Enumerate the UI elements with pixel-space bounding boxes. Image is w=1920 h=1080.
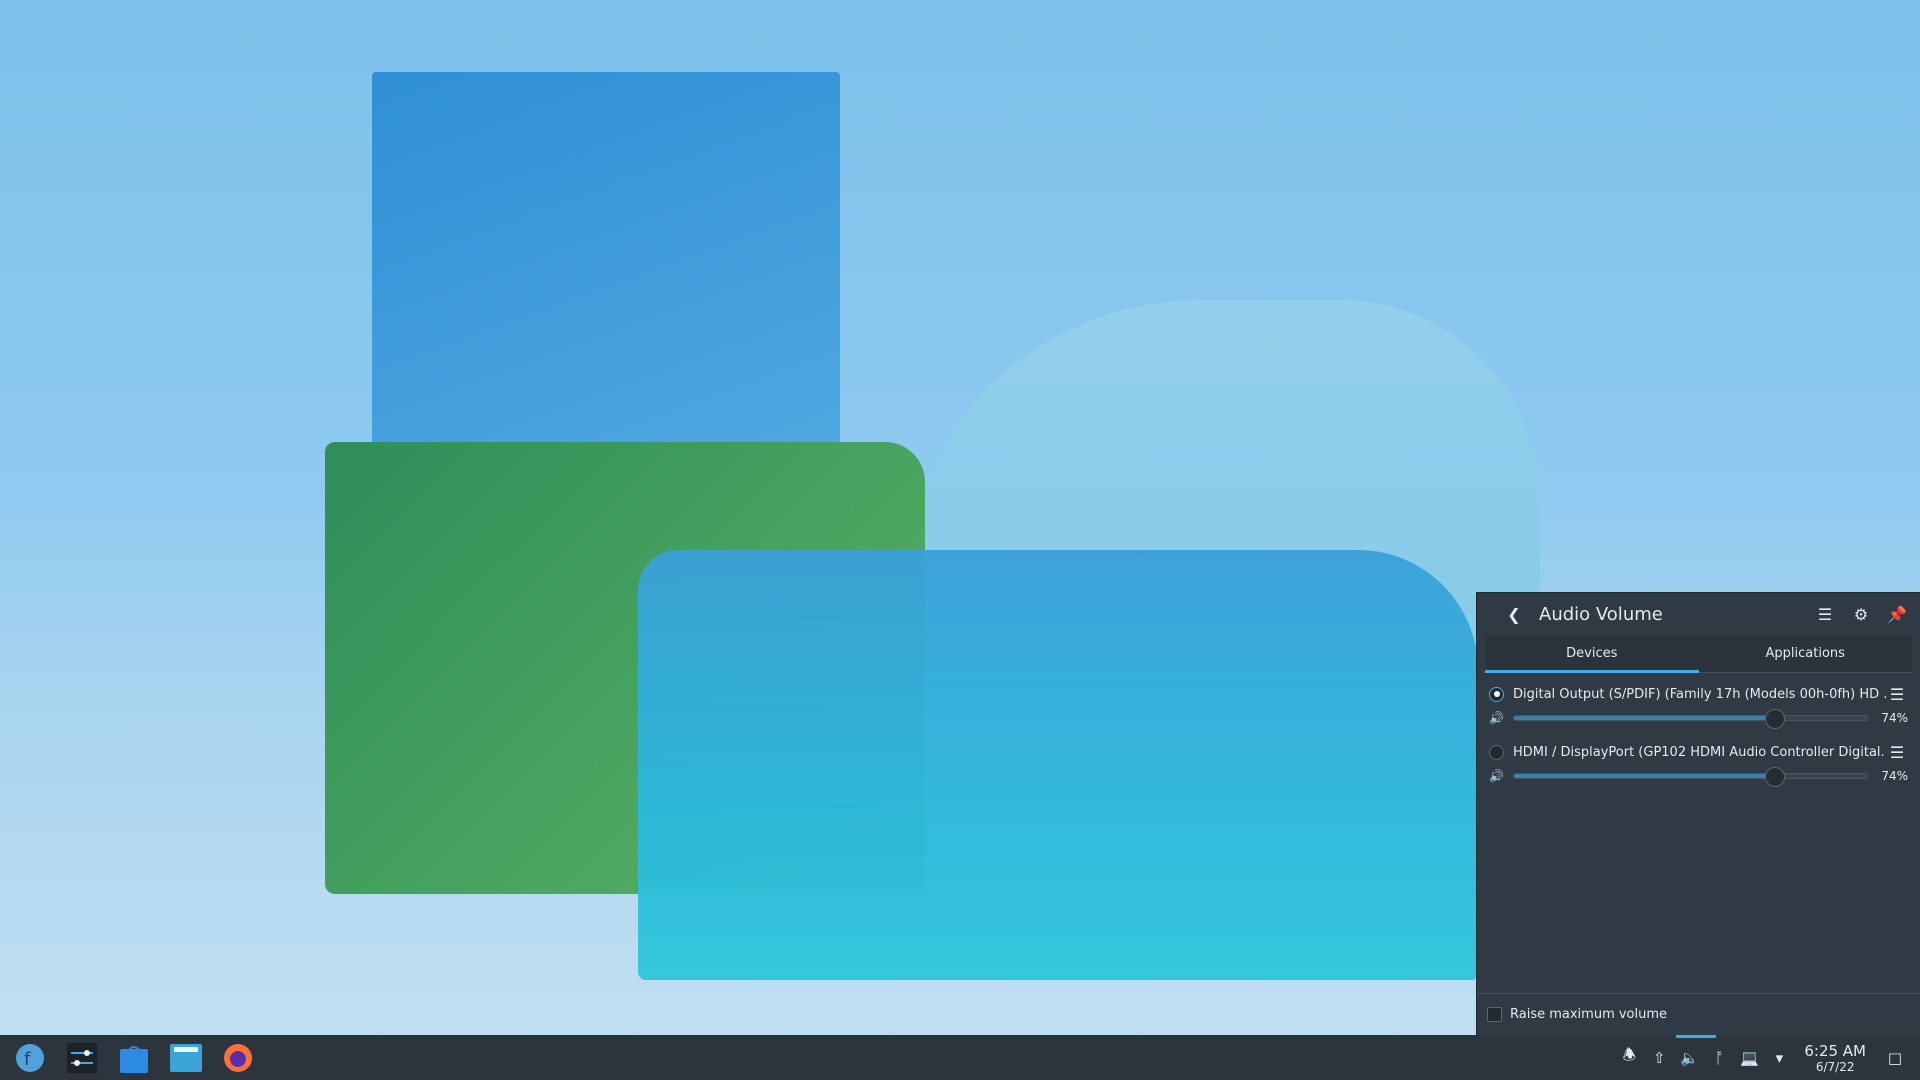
file-manager-icon[interactable] bbox=[164, 1038, 208, 1078]
firefox-icon[interactable] bbox=[216, 1038, 260, 1078]
default-device-radio[interactable] bbox=[1489, 686, 1504, 702]
pin-icon[interactable]: 📌 bbox=[1886, 603, 1908, 625]
taskbar: f 🕭 ⇧ 🔈 ᚩ 💻 ▾ 6:25 AM 6/7/22 □ bbox=[0, 1035, 1920, 1080]
volume-percent: 74% bbox=[1881, 769, 1908, 783]
back-icon[interactable]: ❮ bbox=[1503, 603, 1525, 625]
configure-icon[interactable]: ⚙ bbox=[1850, 603, 1872, 625]
volume-slider[interactable] bbox=[1513, 767, 1868, 787]
default-device-radio[interactable] bbox=[1489, 744, 1504, 760]
svg-text:f: f bbox=[24, 1049, 31, 1070]
speaker-mute-icon[interactable]: 🔊 bbox=[1489, 711, 1505, 725]
wallpaper-shape bbox=[638, 550, 1478, 980]
clock-time: 6:25 AM bbox=[1804, 1041, 1866, 1060]
tab-devices[interactable]: Devices bbox=[1485, 635, 1699, 673]
device-name: HDMI / DisplayPort (GP102 HDMI Audio Con… bbox=[1513, 744, 1886, 760]
menu-icon[interactable]: ☰ bbox=[1814, 603, 1836, 625]
device-item: HDMI / DisplayPort (GP102 HDMI Audio Con… bbox=[1477, 741, 1920, 789]
popup-title: Audio Volume bbox=[1539, 603, 1663, 625]
raise-max-volume-checkbox[interactable] bbox=[1487, 1007, 1502, 1022]
show-desktop-icon[interactable]: □ bbox=[1884, 1047, 1906, 1069]
volume-icon[interactable]: 🔈 bbox=[1678, 1047, 1700, 1069]
discover-store-icon[interactable] bbox=[112, 1038, 156, 1078]
tab-applications[interactable]: Applications bbox=[1699, 635, 1913, 672]
device-menu-icon[interactable]: ☰ bbox=[1886, 683, 1908, 705]
device-item: Digital Output (S/PDIF) (Family 17h (Mod… bbox=[1477, 683, 1920, 731]
volume-percent: 74% bbox=[1881, 711, 1908, 725]
network-wired-icon[interactable]: 💻 bbox=[1738, 1047, 1760, 1069]
updates-icon[interactable]: ⇧ bbox=[1648, 1047, 1670, 1069]
notifications-bell-icon[interactable]: 🕭 bbox=[1618, 1046, 1640, 1069]
digital-clock[interactable]: 6:25 AM 6/7/22 bbox=[1804, 1042, 1866, 1074]
expand-tray-arrow-icon[interactable]: ▾ bbox=[1768, 1047, 1790, 1069]
device-menu-icon[interactable]: ☰ bbox=[1886, 741, 1908, 763]
system-settings-icon[interactable] bbox=[60, 1038, 104, 1078]
audio-volume-popup: ❮ Audio Volume ☰ ⚙ 📌 Devices Application… bbox=[1476, 592, 1920, 1035]
volume-slider[interactable] bbox=[1513, 709, 1868, 729]
speaker-mute-icon[interactable]: 🔊 bbox=[1489, 769, 1505, 783]
bluetooth-icon[interactable]: ᚩ bbox=[1708, 1047, 1730, 1069]
device-name: Digital Output (S/PDIF) (Family 17h (Mod… bbox=[1513, 686, 1886, 702]
clock-date: 6/7/22 bbox=[1815, 1059, 1855, 1074]
raise-max-volume-label[interactable]: Raise maximum volume bbox=[1510, 1007, 1667, 1022]
fedora-launcher-icon[interactable]: f bbox=[8, 1038, 52, 1078]
